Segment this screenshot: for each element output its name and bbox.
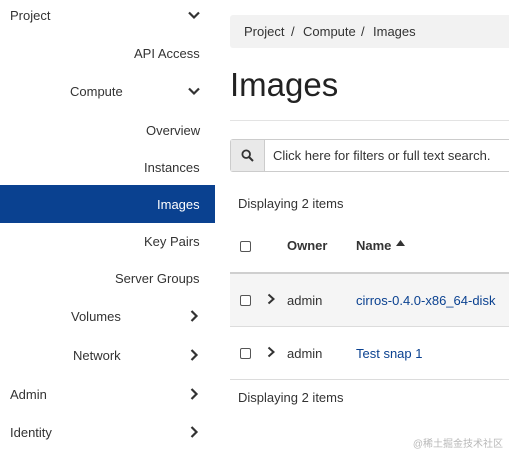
expand-row-icon[interactable]: [266, 293, 276, 305]
chevron-right-icon: [187, 387, 201, 401]
sidebar-item-label: Identity: [10, 424, 52, 440]
item-count-bottom: Displaying 2 items: [238, 390, 344, 405]
search-button[interactable]: [231, 140, 265, 171]
breadcrumb: Project / Compute / Images: [230, 15, 509, 48]
sidebar-item-label: API Access: [134, 45, 200, 61]
row-checkbox[interactable]: [240, 348, 251, 359]
filter-search-input[interactable]: Click here for filters or full text sear…: [230, 139, 509, 172]
sidebar-item-overview[interactable]: Overview: [0, 112, 215, 148]
page-title: Images: [230, 66, 339, 103]
sidebar-item-label: Images: [157, 196, 200, 212]
column-header-name[interactable]: Name: [356, 238, 391, 253]
breadcrumb-separator: /: [361, 24, 365, 39]
sidebar-item-compute[interactable]: Compute: [0, 73, 215, 109]
filter-placeholder: Click here for filters or full text sear…: [273, 148, 491, 163]
sidebar-item-label: Compute: [70, 83, 123, 99]
sidebar-item-api-access[interactable]: API Access: [0, 35, 215, 71]
chevron-down-icon: [187, 8, 201, 22]
chevron-right-icon: [187, 348, 201, 362]
sidebar-item-volumes[interactable]: Volumes: [0, 298, 215, 334]
sidebar-item-label: Admin: [10, 386, 47, 402]
sidebar-item-label: Key Pairs: [144, 233, 200, 249]
select-all-checkbox[interactable]: [240, 241, 251, 252]
search-icon: [241, 149, 254, 162]
row-name-link[interactable]: cirros-0.4.0-x86_64-disk: [356, 293, 495, 308]
sort-ascending-icon: [396, 240, 405, 246]
sidebar-item-label: Instances: [144, 159, 200, 175]
breadcrumb-compute[interactable]: Compute: [303, 24, 356, 39]
row-name-link[interactable]: Test snap 1: [356, 346, 423, 361]
sidebar-item-server-groups[interactable]: Server Groups: [0, 260, 215, 296]
sidebar-item-key-pairs[interactable]: Key Pairs: [0, 223, 215, 259]
sidebar-item-label: Server Groups: [115, 270, 200, 286]
sidebar-item-network[interactable]: Network: [0, 337, 215, 373]
sidebar-item-project[interactable]: Project: [0, 0, 215, 33]
sidebar-item-images[interactable]: Images: [0, 185, 215, 223]
sidebar-item-label: Volumes: [71, 308, 121, 324]
breadcrumb-images: Images: [373, 24, 416, 39]
breadcrumb-project[interactable]: Project: [244, 24, 284, 39]
sidebar-item-instances[interactable]: Instances: [0, 149, 215, 185]
chevron-right-icon: [187, 425, 201, 439]
chevron-right-icon: [187, 309, 201, 323]
breadcrumb-separator: /: [291, 24, 295, 39]
column-header-owner[interactable]: Owner: [287, 238, 327, 253]
row-divider: [230, 326, 509, 327]
row-owner: admin: [287, 346, 323, 361]
sidebar-item-identity[interactable]: Identity: [0, 414, 215, 450]
row-owner: admin: [287, 293, 323, 308]
item-count-top: Displaying 2 items: [238, 196, 344, 211]
sidebar-item-label: Overview: [146, 122, 201, 138]
sidebar-item-label: Network: [73, 347, 121, 363]
chevron-down-icon: [187, 84, 201, 98]
title-divider: [230, 120, 509, 121]
row-divider: [230, 379, 509, 380]
watermark: @稀土掘金技术社区: [412, 439, 503, 450]
row-checkbox[interactable]: [240, 295, 251, 306]
sidebar-item-admin[interactable]: Admin: [0, 376, 215, 412]
expand-row-icon[interactable]: [266, 346, 276, 358]
sidebar-item-label: Project: [10, 7, 51, 23]
sidebar-nav: Project API Access Compute Overview Inst…: [0, 0, 215, 456]
